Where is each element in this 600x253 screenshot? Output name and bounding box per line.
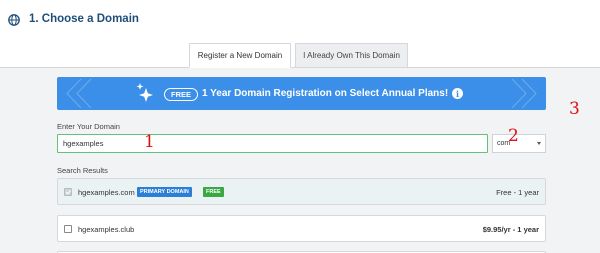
result-price: $9.95/yr - 1 year xyxy=(482,225,539,234)
free-badge: FREE xyxy=(164,88,199,101)
tab-divider xyxy=(0,67,600,68)
search-results-label: Search Results xyxy=(57,166,108,175)
tab-register-new-domain[interactable]: Register a New Domain xyxy=(189,43,291,68)
result-row[interactable]: hgexamples.club $9.95/yr - 1 year xyxy=(57,215,546,242)
result-checkbox[interactable] xyxy=(64,225,72,233)
annotation-marker-1: 1 xyxy=(144,132,155,152)
result-domain-name: hgexamples.club xyxy=(78,225,135,234)
annotation-marker-3: 3 xyxy=(569,99,580,119)
section-title: 1. Choose a Domain xyxy=(29,13,139,25)
primary-domain-tag: PRIMARY DOMAIN xyxy=(137,187,192,197)
result-price: Free - 1 year xyxy=(496,188,539,197)
domain-field-label: Enter Your Domain xyxy=(57,122,120,131)
domain-input[interactable] xyxy=(57,134,488,153)
sparkle-icon xyxy=(136,83,153,102)
tld-select[interactable]: com xyxy=(492,134,546,153)
promo-banner: FREE 1 Year Domain Registration on Selec… xyxy=(57,77,546,110)
banner-chevron-decoration-right xyxy=(511,78,537,109)
tab-already-own-domain[interactable]: I Already Own This Domain xyxy=(295,43,408,68)
banner-text: 1 Year Domain Registration on Select Ann… xyxy=(202,88,449,99)
globe-icon xyxy=(8,14,20,26)
header-bar: 1. Choose a Domain Register a New Domain… xyxy=(0,0,600,68)
free-tag: FREE xyxy=(203,187,224,197)
chevron-down-icon xyxy=(537,142,541,145)
result-checkbox[interactable] xyxy=(64,188,72,196)
result-domain-name: hgexamples.com xyxy=(78,188,135,197)
result-row[interactable]: hgexamples.com PRIMARY DOMAIN FREE Free … xyxy=(57,178,546,205)
info-icon[interactable]: i xyxy=(452,88,463,99)
annotation-marker-2: 2 xyxy=(508,126,519,146)
banner-chevron-decoration-left xyxy=(66,78,92,109)
